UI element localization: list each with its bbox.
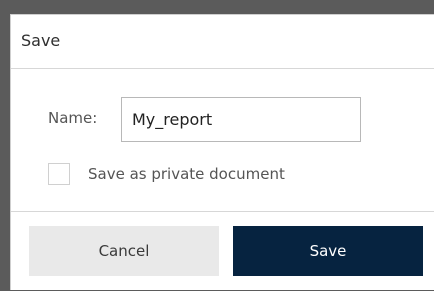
dialog-title: Save (21, 31, 61, 50)
save-button[interactable]: Save (233, 226, 423, 276)
name-input[interactable] (121, 97, 361, 142)
save-dialog: Save Name: Save as private document Canc… (10, 14, 434, 290)
dialog-footer: Cancel Save (11, 211, 434, 291)
cancel-button[interactable]: Cancel (29, 226, 219, 276)
private-document-label: Save as private document (88, 165, 285, 183)
name-label: Name: (48, 109, 98, 127)
private-document-option[interactable]: Save as private document (48, 160, 285, 188)
private-document-checkbox[interactable] (48, 163, 70, 185)
dialog-header: Save (11, 15, 434, 69)
